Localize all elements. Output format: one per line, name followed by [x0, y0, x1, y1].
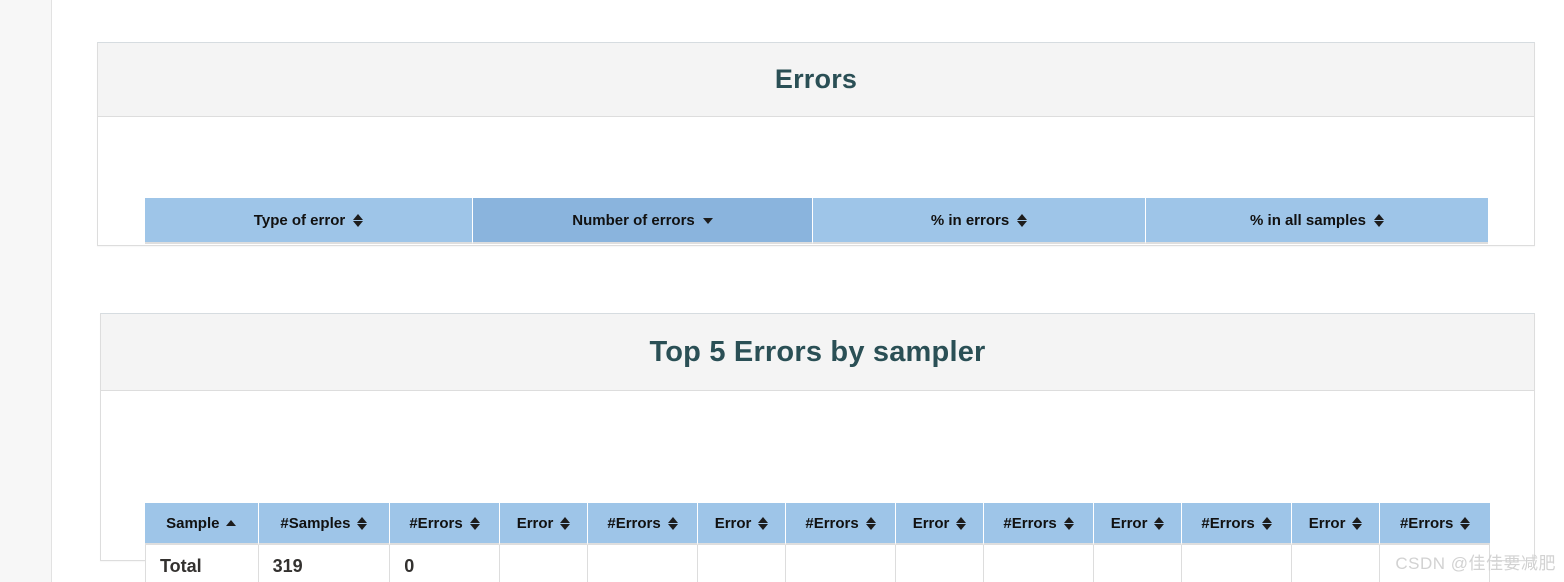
sort-both-icon[interactable] — [560, 516, 571, 530]
top5-table-wrap: Sample #Samples #Errors Error #Errors Error #E… — [145, 503, 1490, 582]
sort-both-icon[interactable] — [956, 516, 967, 530]
errors-panel-title: Errors — [774, 64, 858, 94]
sort-both-icon[interactable] — [1154, 516, 1165, 530]
errors-table-header-4[interactable]: % in all samples — [1146, 198, 1488, 244]
top5-table-header-1[interactable]: Sample — [145, 503, 259, 545]
top5-table-body: Total 319 0 — [145, 545, 1490, 582]
sort-desc-icon[interactable] — [702, 217, 713, 224]
sort-both-icon[interactable] — [1261, 516, 1272, 530]
top5-table-header-label: #Errors — [1003, 514, 1057, 532]
top5-table-header-6[interactable]: Error — [697, 503, 787, 545]
left-rail — [0, 0, 52, 582]
top5-errors-panel: Top 5 Errors by sampler Sample #Samples #E… — [100, 313, 1535, 582]
sort-both-icon[interactable] — [667, 516, 678, 530]
top5-table-cell — [984, 545, 1094, 582]
top5-table-header-11[interactable]: #Errors — [1182, 503, 1292, 545]
errors-table-header-2[interactable]: Number of errors — [473, 198, 813, 244]
errors-table-header-row: Type of error Number of errors % in errors… — [145, 198, 1488, 244]
top5-table-header-label: Error — [714, 514, 752, 532]
top5-table-header-row: Sample #Samples #Errors Error #Errors Error #E… — [145, 503, 1490, 545]
top5-table-cell — [1182, 545, 1292, 582]
top5-table-cell — [697, 545, 787, 582]
errors-table-wrap: Type of error Number of errors % in errors… — [145, 198, 1488, 244]
sort-both-icon[interactable] — [865, 516, 876, 530]
top5-table-cell: 0 — [390, 545, 500, 582]
top5-table-header-4[interactable]: Error — [499, 503, 589, 545]
top5-table-head: Sample #Samples #Errors Error #Errors Error #E… — [145, 503, 1490, 545]
top5-table-header-label: #Errors — [805, 514, 859, 532]
top5-table-cell — [895, 545, 985, 582]
top5-table-header-10[interactable]: Error — [1093, 503, 1183, 545]
errors-panel-heading: Errors — [98, 43, 1534, 117]
top5-table-header-9[interactable]: #Errors — [984, 503, 1094, 545]
errors-table-header-3[interactable]: % in errors — [813, 198, 1146, 244]
errors-table-head: Type of error Number of errors % in errors… — [145, 198, 1488, 244]
top5-errors-table: Sample #Samples #Errors Error #Errors Error #E… — [145, 503, 1490, 582]
top5-table-header-label: Error — [516, 514, 554, 532]
sort-both-icon[interactable] — [469, 516, 480, 530]
top5-table-header-5[interactable]: #Errors — [588, 503, 698, 545]
top5-panel-heading: Top 5 Errors by sampler — [101, 314, 1534, 391]
sort-both-icon[interactable] — [1063, 516, 1074, 530]
top5-table-header-label: Sample — [166, 514, 220, 532]
top5-table-cell — [1291, 545, 1381, 582]
top5-table-header-2[interactable]: #Samples — [258, 503, 391, 545]
sort-both-icon[interactable] — [1460, 516, 1471, 530]
top5-table-header-label: #Errors — [1399, 514, 1454, 532]
sort-both-icon[interactable] — [1017, 213, 1028, 227]
errors-table-header-label: Number of errors — [572, 211, 695, 229]
sort-both-icon[interactable] — [353, 213, 364, 227]
top5-table-cell — [786, 545, 896, 582]
top5-table-header-8[interactable]: Error — [895, 503, 985, 545]
sort-both-icon[interactable] — [1352, 516, 1363, 530]
top5-table-header-label: #Errors — [607, 514, 661, 532]
top5-table-cell — [1093, 545, 1183, 582]
report-content: Errors Type of error Number of errors % in… — [53, 0, 1564, 582]
top5-table-header-7[interactable]: #Errors — [786, 503, 896, 545]
top5-table-header-label: #Errors — [409, 514, 463, 532]
top5-table-cell: 319 — [258, 545, 391, 582]
top5-table-header-12[interactable]: Error — [1291, 503, 1381, 545]
top5-table-header-label: #Errors — [1201, 514, 1255, 532]
sort-asc-icon[interactable] — [226, 520, 237, 526]
errors-table-header-label: % in errors — [930, 211, 1010, 229]
top5-table-header-label: Error — [1308, 514, 1346, 532]
top5-table-header-label: #Samples — [280, 514, 351, 532]
table-row: Total 319 0 — [145, 545, 1490, 582]
watermark: CSDN @佳佳要减肥 — [1395, 554, 1556, 573]
sort-both-icon[interactable] — [357, 516, 368, 530]
top5-table-cell — [588, 545, 698, 582]
errors-table-header-label: Type of error — [253, 211, 346, 229]
top5-table-header-13[interactable]: #Errors — [1380, 503, 1490, 545]
errors-table-header-label: % in all samples — [1250, 211, 1366, 229]
top5-panel-title: Top 5 Errors by sampler — [649, 335, 986, 368]
top5-table-header-3[interactable]: #Errors — [390, 503, 500, 545]
sort-both-icon[interactable] — [1373, 213, 1384, 227]
errors-panel: Errors Type of error Number of errors % in… — [97, 42, 1535, 246]
top5-table-cell — [499, 545, 589, 582]
top5-table-header-label: Error — [1110, 514, 1148, 532]
errors-table-header-1[interactable]: Type of error — [145, 198, 473, 244]
sort-both-icon[interactable] — [758, 516, 769, 530]
errors-table: Type of error Number of errors % in errors… — [145, 198, 1488, 244]
top5-table-header-label: Error — [912, 514, 950, 532]
top5-table-cell: Total — [145, 545, 259, 582]
